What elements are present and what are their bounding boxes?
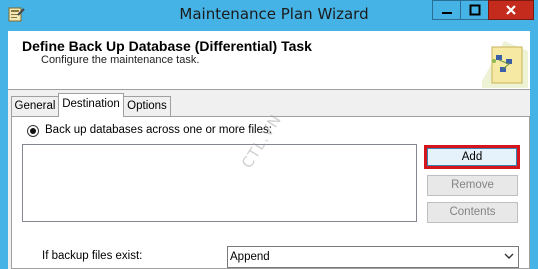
if-backup-exists-value: Append — [230, 251, 270, 263]
backup-across-files-radio[interactable] — [27, 125, 39, 137]
chevron-down-icon — [504, 253, 514, 259]
if-backup-exists-label: If backup files exist: — [42, 250, 143, 262]
minimize-button[interactable] — [432, 0, 461, 20]
backup-across-files-label: Back up databases across one or more fil… — [45, 124, 272, 136]
tab-destination[interactable]: Destination — [58, 93, 124, 117]
if-backup-exists-select[interactable]: Append — [227, 246, 519, 268]
close-icon — [506, 5, 516, 15]
tab-general[interactable]: General — [11, 96, 59, 116]
backup-files-list[interactable] — [22, 144, 417, 222]
page-subtitle: Configure the maintenance task. — [41, 54, 200, 66]
maximize-button[interactable] — [460, 0, 489, 20]
add-button[interactable]: Add — [424, 145, 520, 169]
maximize-icon — [469, 4, 480, 16]
page-title: Define Back Up Database (Differential) T… — [22, 38, 312, 54]
add-button-label: Add — [427, 148, 517, 166]
wizard-header-icon — [482, 41, 528, 88]
window: Maintenance Plan Wizard Define Back Up D… — [0, 0, 538, 269]
tab-options[interactable]: Options — [123, 96, 171, 116]
wizard-header: Define Back Up Database (Differential) T… — [8, 31, 530, 90]
close-button[interactable] — [488, 0, 534, 20]
title-bar[interactable]: Maintenance Plan Wizard — [0, 0, 538, 30]
remove-button[interactable]: Remove — [427, 175, 518, 196]
minimize-icon — [441, 12, 452, 14]
contents-button[interactable]: Contents — [427, 202, 518, 223]
